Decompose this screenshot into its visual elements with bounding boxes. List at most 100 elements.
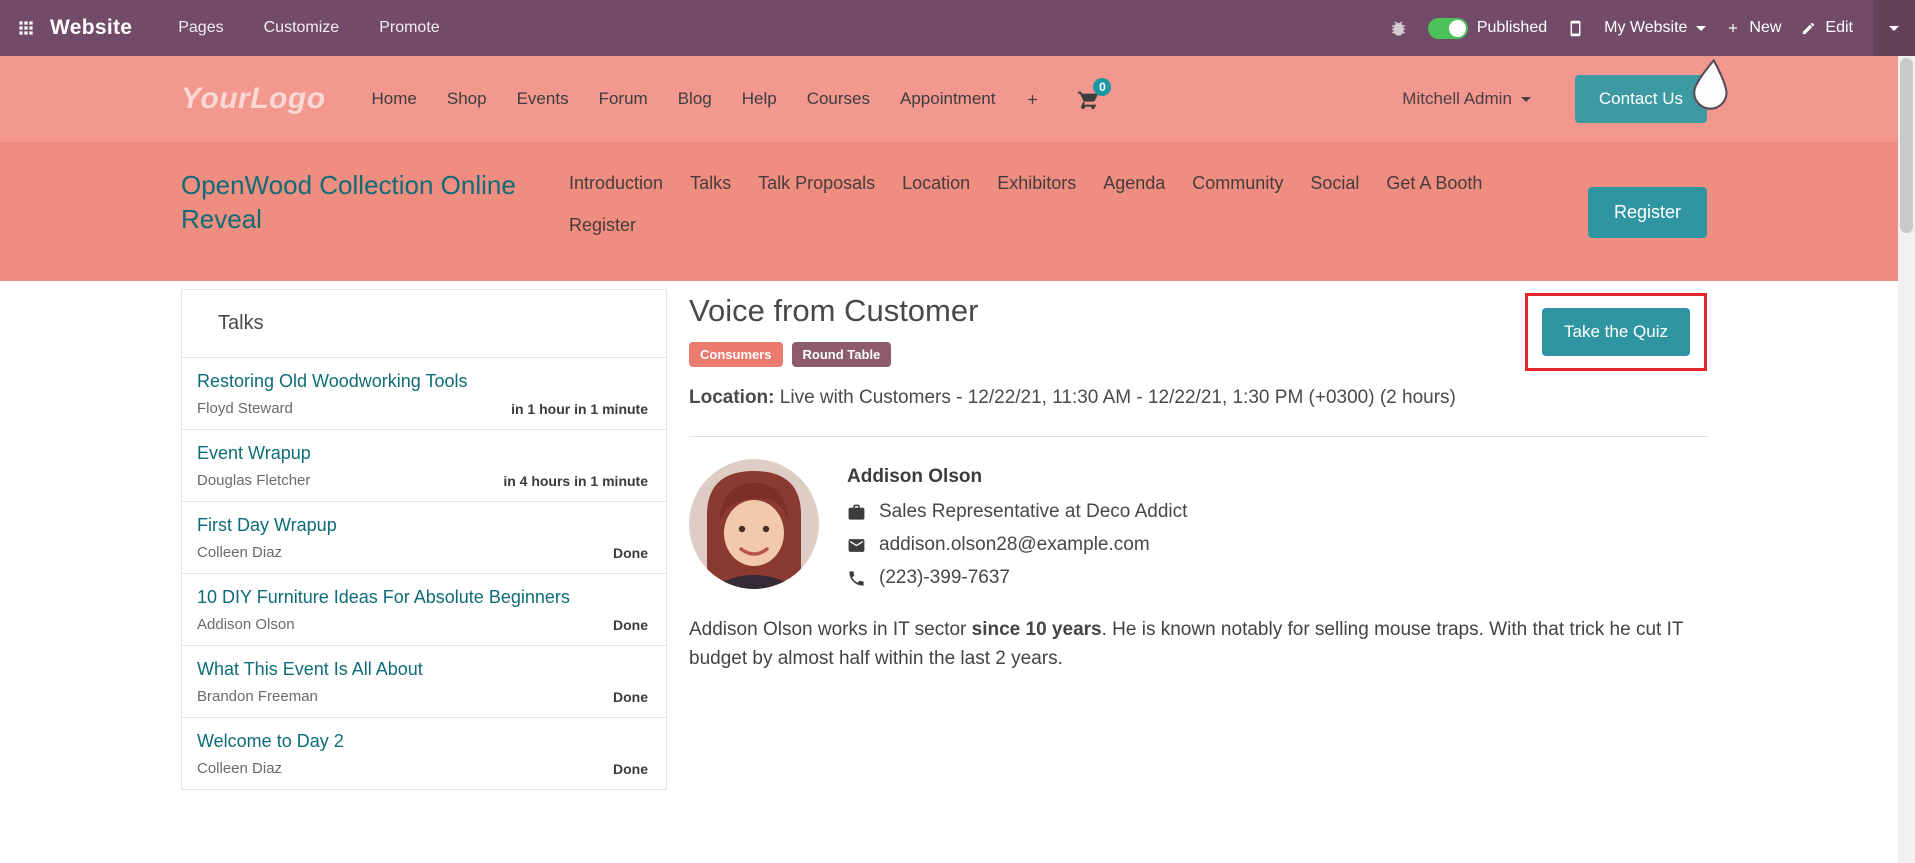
- published-toggle[interactable]: [1427, 17, 1468, 39]
- admin-menu: Pages Customize Promote: [158, 0, 459, 56]
- talk-link[interactable]: What This Event Is All About: [197, 659, 648, 680]
- site-menu: Home Shop Events Forum Blog Help Courses…: [372, 78, 1112, 111]
- talks-sidebar: Talks Restoring Old Woodworking Tools Fl…: [181, 289, 667, 790]
- event-menu-row-2: Register: [569, 215, 1482, 236]
- event-nav-location[interactable]: Location: [902, 173, 970, 194]
- event-nav-exhibitors[interactable]: Exhibitors: [997, 173, 1076, 194]
- chevron-down-icon: [1520, 96, 1531, 102]
- talk-status: in 4 hours in 1 minute: [503, 472, 648, 489]
- new-button-label: New: [1749, 19, 1782, 36]
- talk-meta: Brandon Freeman Done: [197, 688, 648, 705]
- event-nav-register[interactable]: Register: [569, 215, 636, 236]
- talk-status: in 1 hour in 1 minute: [511, 400, 648, 417]
- take-the-quiz-button[interactable]: Take the Quiz: [1542, 308, 1690, 356]
- nav-forum[interactable]: Forum: [599, 89, 648, 109]
- talk-title: Voice from Customer: [689, 293, 979, 328]
- contact-us-button[interactable]: Contact Us: [1574, 75, 1707, 123]
- talk-status: Done: [613, 544, 648, 561]
- talk-link[interactable]: Restoring Old Woodworking Tools: [197, 371, 648, 392]
- talk-link[interactable]: 10 DIY Furniture Ideas For Absolute Begi…: [197, 587, 648, 608]
- speaker-email-line: addison.olson28@example.com: [847, 534, 1187, 556]
- talk-list-item[interactable]: First Day Wrapup Colleen Diaz Done: [182, 502, 666, 574]
- talk-list-item[interactable]: Event Wrapup Douglas Fletcher in 4 hours…: [182, 430, 666, 502]
- event-title[interactable]: OpenWood Collection Online Reveal: [181, 168, 529, 237]
- website-switcher[interactable]: My Website: [1604, 19, 1707, 37]
- talk-list-item[interactable]: What This Event Is All About Brandon Fre…: [182, 646, 666, 718]
- mobile-preview-icon[interactable]: [1567, 19, 1584, 38]
- talk-status: Done: [613, 688, 648, 705]
- talk-status: Done: [613, 760, 648, 777]
- event-nav-get-a-booth[interactable]: Get A Booth: [1386, 173, 1482, 194]
- event-nav-talk-proposals[interactable]: Talk Proposals: [758, 173, 875, 194]
- nav-shop[interactable]: Shop: [447, 89, 487, 109]
- quiz-highlight-box: Take the Quiz: [1525, 293, 1707, 371]
- menu-promote[interactable]: Promote: [359, 19, 459, 37]
- more-options-dropdown[interactable]: [1873, 0, 1915, 56]
- chevron-down-icon: [1696, 25, 1707, 31]
- website-switcher-label: My Website: [1604, 19, 1688, 36]
- site-logo[interactable]: YourLogo: [181, 82, 326, 116]
- talk-meta: Colleen Diaz Done: [197, 544, 648, 561]
- register-button[interactable]: Register: [1587, 187, 1707, 238]
- user-name: Mitchell Admin: [1402, 89, 1512, 108]
- event-menu-row-1: Introduction Talks Talk Proposals Locati…: [569, 173, 1482, 194]
- event-nav-social[interactable]: Social: [1310, 173, 1359, 194]
- event-nav-agenda[interactable]: Agenda: [1103, 173, 1165, 194]
- scrollbar-thumb[interactable]: [1900, 58, 1913, 233]
- admin-topbar: Website Pages Customize Promote Publishe…: [0, 0, 1915, 56]
- event-nav-introduction[interactable]: Introduction: [569, 173, 663, 194]
- talk-speaker: Douglas Fletcher: [197, 472, 311, 489]
- nav-help[interactable]: Help: [742, 89, 777, 109]
- event-menu: Introduction Talks Talk Proposals Locati…: [569, 168, 1482, 257]
- add-page-plus-icon[interactable]: [1025, 92, 1040, 107]
- app-title[interactable]: Website: [50, 16, 132, 40]
- talk-list-item[interactable]: Welcome to Day 2 Colleen Diaz Done: [182, 718, 666, 790]
- edit-button[interactable]: Edit: [1801, 19, 1853, 37]
- page-content: Talks Restoring Old Woodworking Tools Fl…: [0, 281, 1915, 790]
- talk-link[interactable]: Event Wrapup: [197, 443, 648, 464]
- menu-pages[interactable]: Pages: [158, 19, 243, 37]
- event-nav-talks[interactable]: Talks: [690, 173, 731, 194]
- pencil-icon: [1803, 22, 1815, 34]
- nav-home[interactable]: Home: [372, 89, 417, 109]
- talk-speaker: Colleen Diaz: [197, 544, 283, 561]
- speaker-avatar: [689, 459, 819, 589]
- speaker-phone[interactable]: (223)-399-7637: [879, 567, 1010, 589]
- new-button[interactable]: New: [1726, 19, 1781, 37]
- talk-meta: Colleen Diaz Done: [197, 760, 648, 777]
- talk-speaker: Addison Olson: [197, 616, 295, 633]
- debug-bug-icon[interactable]: [1389, 19, 1408, 38]
- talk-list-item[interactable]: Restoring Old Woodworking Tools Floyd St…: [182, 358, 666, 430]
- event-nav-community[interactable]: Community: [1192, 173, 1283, 194]
- speaker-email[interactable]: addison.olson28@example.com: [879, 534, 1150, 556]
- apps-grid-icon[interactable]: [16, 18, 36, 38]
- talk-meta: Douglas Fletcher in 4 hours in 1 minute: [197, 472, 648, 489]
- menu-customize[interactable]: Customize: [244, 19, 360, 37]
- location-label: Location:: [689, 387, 775, 408]
- talk-link[interactable]: First Day Wrapup: [197, 515, 648, 536]
- website-navbar: YourLogo Home Shop Events Forum Blog Hel…: [0, 56, 1915, 142]
- speaker-bio: Addison Olson works in IT sector since 1…: [689, 615, 1689, 674]
- talk-location: Location: Live with Customers - 12/22/21…: [689, 387, 1707, 437]
- nav-appointment[interactable]: Appointment: [900, 89, 995, 109]
- speaker-role: Sales Representative at Deco Addict: [879, 501, 1188, 522]
- talk-title-block: Voice from Customer Consumers Round Tabl…: [689, 293, 978, 367]
- published-toggle-group: Published: [1427, 17, 1547, 39]
- edit-button-label: Edit: [1825, 19, 1853, 36]
- speaker-block: Addison Olson Sales Representative at De…: [689, 459, 1707, 600]
- bio-text-bold: since 10 years: [971, 619, 1102, 640]
- speaker-name: Addison Olson: [847, 466, 983, 487]
- tag-round-table: Round Table: [791, 342, 892, 367]
- talk-speaker: Colleen Diaz: [197, 760, 283, 777]
- toggle-knob: [1448, 19, 1466, 37]
- cart-button[interactable]: 0: [1076, 78, 1112, 111]
- talk-list-item[interactable]: 10 DIY Furniture Ideas For Absolute Begi…: [182, 574, 666, 646]
- nav-courses[interactable]: Courses: [807, 89, 870, 109]
- location-value: Live with Customers - 12/22/21, 11:30 AM…: [779, 387, 1456, 408]
- user-menu[interactable]: Mitchell Admin: [1402, 89, 1531, 109]
- nav-events[interactable]: Events: [517, 89, 569, 109]
- tag-consumers: Consumers: [689, 342, 783, 367]
- nav-blog[interactable]: Blog: [678, 89, 712, 109]
- scrollbar[interactable]: [1898, 56, 1915, 863]
- talk-link[interactable]: Welcome to Day 2: [197, 731, 648, 752]
